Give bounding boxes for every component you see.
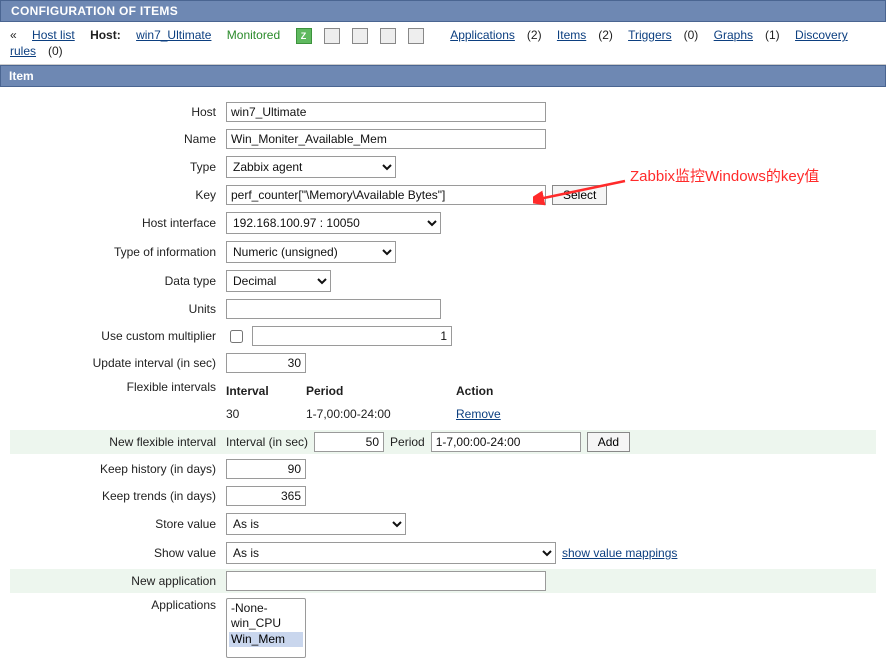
new-application-label: New application (10, 574, 226, 588)
flex-row-period: 1-7,00:00-24:00 (306, 407, 456, 421)
list-item[interactable]: win_CPU (229, 616, 303, 631)
info-type-select[interactable]: Numeric (unsigned) (226, 241, 396, 263)
new-application-field[interactable] (226, 571, 546, 591)
keep-history-field[interactable] (226, 459, 306, 479)
new-flex-period-label: Period (390, 435, 425, 449)
flex-row-interval: 30 (226, 407, 306, 421)
host-interface-select[interactable]: 192.168.100.97 : 10050 (226, 212, 441, 234)
status-icon (380, 28, 396, 44)
host-list-link[interactable]: Host list (32, 28, 75, 42)
applications-select[interactable]: -None-win_CPUWin_Mem (226, 598, 306, 658)
info-type-label: Type of information (10, 245, 226, 259)
update-interval-label: Update interval (in sec) (10, 356, 226, 370)
name-field[interactable] (226, 129, 546, 149)
applications-label: Applications (10, 598, 226, 612)
custom-mult-label: Use custom multiplier (10, 329, 226, 343)
host-name-link[interactable]: win7_Ultimate (136, 28, 211, 42)
flex-head-action: Action (456, 384, 556, 398)
update-interval-field[interactable] (226, 353, 306, 373)
icon-strip: Z (296, 28, 436, 44)
key-field-label: Key (10, 188, 226, 202)
flex-head-period: Period (306, 384, 456, 398)
units-field[interactable] (226, 299, 441, 319)
tab-triggers[interactable]: Triggers (628, 28, 672, 42)
flex-intervals-table: Interval Period Action 30 1-7,00:00-24:0… (226, 380, 556, 425)
flex-remove-link[interactable]: Remove (456, 407, 501, 421)
show-value-mappings-link[interactable]: show value mappings (562, 546, 677, 560)
annotation-text: Zabbix监控Windows的key值 (630, 165, 819, 186)
list-item[interactable]: -None- (229, 601, 303, 616)
back-marker: « (10, 28, 17, 42)
status-icon (408, 28, 424, 44)
keep-history-label: Keep history (in days) (10, 462, 226, 476)
list-item[interactable]: Win_Mem (229, 632, 303, 647)
name-field-label: Name (10, 132, 226, 146)
data-type-label: Data type (10, 274, 226, 288)
type-field-label: Type (10, 160, 226, 174)
new-flex-interval-field[interactable] (314, 432, 384, 452)
new-flex-add-button[interactable]: Add (587, 432, 630, 452)
custom-mult-checkbox[interactable] (230, 330, 243, 343)
flex-head-interval: Interval (226, 384, 306, 398)
new-flex-label: New flexible interval (10, 435, 226, 449)
graphs-count: (1) (765, 28, 780, 42)
items-count: (2) (598, 28, 613, 42)
custom-mult-field (252, 326, 452, 346)
data-type-select[interactable]: Decimal (226, 270, 331, 292)
new-flex-period-field[interactable] (431, 432, 581, 452)
store-value-label: Store value (10, 517, 226, 531)
host-interface-label: Host interface (10, 216, 226, 230)
new-flex-interval-label: Interval (in sec) (226, 435, 308, 449)
show-value-select[interactable]: As is (226, 542, 556, 564)
applications-count: (2) (527, 28, 542, 42)
discovery-count: (0) (48, 44, 63, 58)
status-icon (324, 28, 340, 44)
host-field (226, 102, 546, 122)
monitored-status: Monitored (227, 28, 280, 42)
flex-intervals-label: Flexible intervals (10, 380, 226, 394)
table-row: 30 1-7,00:00-24:00 Remove (226, 403, 556, 425)
key-select-button[interactable]: Select (552, 185, 607, 205)
host-label: Host: (90, 28, 121, 42)
tab-applications[interactable]: Applications (450, 28, 515, 42)
tab-graphs[interactable]: Graphs (714, 28, 753, 42)
section-header: Item (0, 65, 886, 87)
breadcrumb: « Host list Host: win7_Ultimate Monitore… (0, 22, 886, 65)
store-value-select[interactable]: As is (226, 513, 406, 535)
host-field-label: Host (10, 105, 226, 119)
keep-trends-field[interactable] (226, 486, 306, 506)
page-header: CONFIGURATION OF ITEMS (0, 0, 886, 22)
key-field[interactable] (226, 185, 546, 205)
tab-items[interactable]: Items (557, 28, 586, 42)
z-icon: Z (296, 28, 312, 44)
triggers-count: (0) (684, 28, 699, 42)
show-value-label: Show value (10, 546, 226, 560)
units-label: Units (10, 302, 226, 316)
type-select[interactable]: Zabbix agent (226, 156, 396, 178)
keep-trends-label: Keep trends (in days) (10, 489, 226, 503)
status-icon (352, 28, 368, 44)
